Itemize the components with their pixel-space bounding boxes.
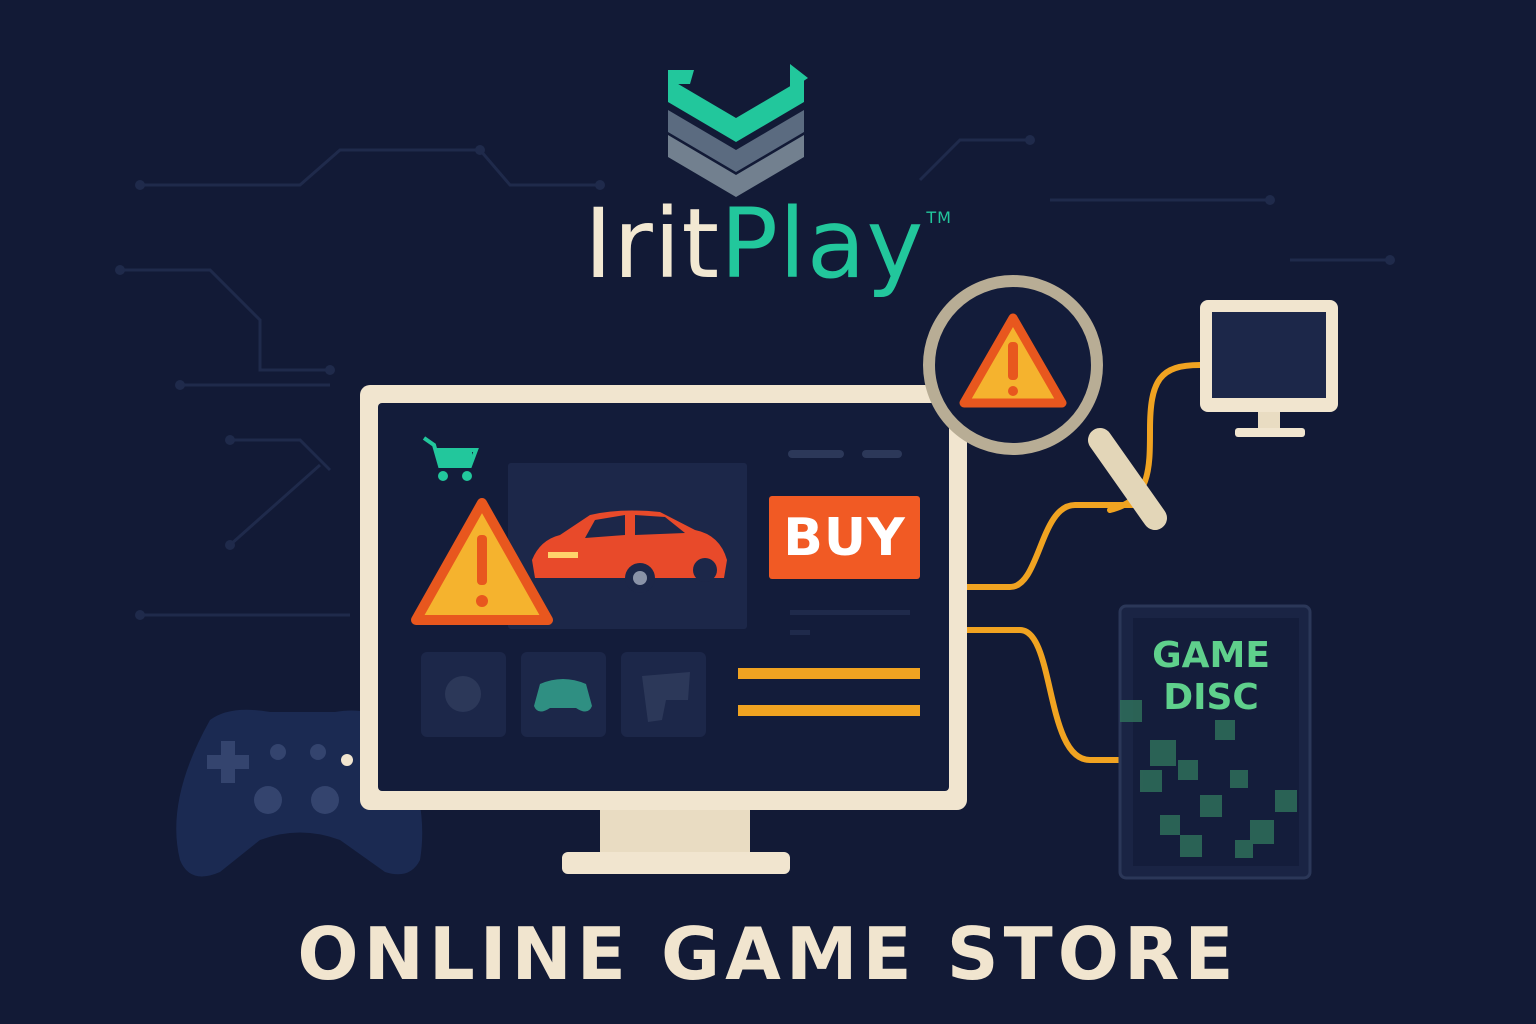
trademark-mark: TM [926,208,952,227]
game-disc-line1: GAME [1152,635,1270,676]
small-monitor-icon [1200,300,1338,437]
buy-button[interactable]: BUY [769,496,920,579]
thumbnail-gamepad-icon [534,679,592,712]
brand-logo: IritPlay TM [0,196,1536,292]
thumbnail-flower-icon [445,676,481,712]
brand-name-part1: Irit [584,188,721,300]
game-disc-label: GAME DISC [1132,635,1290,719]
scene-illustration [115,64,1395,880]
game-disc-line2: DISC [1163,677,1259,718]
page-title: ONLINE GAME STORE [297,912,1239,996]
brand-name-part2: Play [720,188,925,300]
logo-chevrons-icon [668,64,808,197]
